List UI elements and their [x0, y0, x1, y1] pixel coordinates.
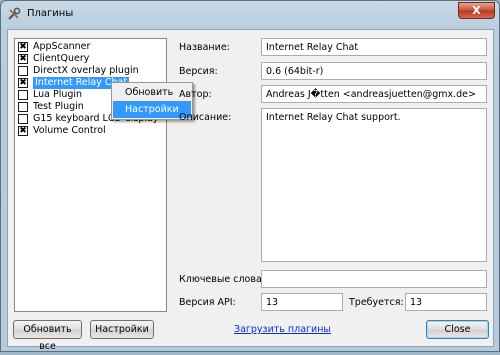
plugin-checkbox[interactable]: ✖ [18, 54, 28, 64]
author-label: Автор: [179, 89, 212, 100]
requires-label: Требуется: [349, 297, 404, 308]
name-field[interactable]: Internet Relay Chat [261, 38, 487, 56]
plugin-checkbox[interactable]: ✖ [18, 78, 28, 88]
plugin-item[interactable]: ✖ Volume Control [18, 125, 164, 137]
title-bar[interactable]: Плагины X [1, 1, 500, 29]
plugin-checkbox[interactable] [18, 102, 28, 112]
plugin-item[interactable]: ✖ ClientQuery [18, 53, 164, 65]
close-button[interactable]: Close [426, 320, 489, 339]
plugin-name: Test Plugin [33, 101, 84, 112]
api-version-label: Версия API: [179, 297, 236, 308]
description-field[interactable]: Internet Relay Chat support. [261, 108, 487, 262]
plugins-window: Плагины X ✖ AppScanner ✖ ClientQuery Dir… [0, 0, 500, 352]
plugin-item[interactable]: ✖ AppScanner [18, 41, 164, 53]
version-label: Версия: [179, 66, 218, 77]
plugin-checkbox[interactable] [18, 66, 28, 76]
plugin-name: Lua Plugin [33, 89, 83, 100]
plugin-name: Volume Control [33, 125, 106, 136]
keywords-field[interactable] [261, 270, 487, 288]
plugin-name: ClientQuery [33, 53, 90, 64]
window-title: Плагины [27, 8, 74, 19]
wrench-screwdriver-icon [7, 7, 21, 21]
download-plugins-link[interactable]: Загрузить плагины [234, 324, 331, 335]
name-label: Название: [179, 42, 230, 53]
reload-all-button[interactable]: Обновить все [13, 320, 82, 352]
dialog-body: ✖ AppScanner ✖ ClientQuery DirectX overl… [7, 29, 494, 352]
version-field[interactable]: 0.6 (64bit-r) [261, 62, 487, 80]
description-label: Описание: [179, 112, 232, 123]
plugin-list[interactable]: ✖ AppScanner ✖ ClientQuery DirectX overl… [14, 38, 167, 312]
plugin-checkbox[interactable]: ✖ [18, 126, 28, 136]
plugin-checkbox[interactable] [18, 114, 28, 124]
plugin-checkbox[interactable] [18, 90, 28, 100]
keywords-label: Ключевые слова: [179, 274, 265, 285]
plugin-checkbox[interactable]: ✖ [18, 42, 28, 52]
author-field[interactable]: Andreas J�tten <andreasjuetten@gmx.de> [261, 85, 487, 103]
api-version-field[interactable]: 13 [261, 293, 343, 311]
requires-field[interactable]: 13 [405, 293, 487, 311]
settings-button[interactable]: Настройки [90, 320, 154, 339]
plugin-item[interactable]: DirectX overlay plugin [18, 65, 164, 77]
close-window-button[interactable]: X [458, 2, 495, 19]
plugin-name: DirectX overlay plugin [33, 65, 139, 76]
plugin-name: AppScanner [33, 41, 91, 52]
